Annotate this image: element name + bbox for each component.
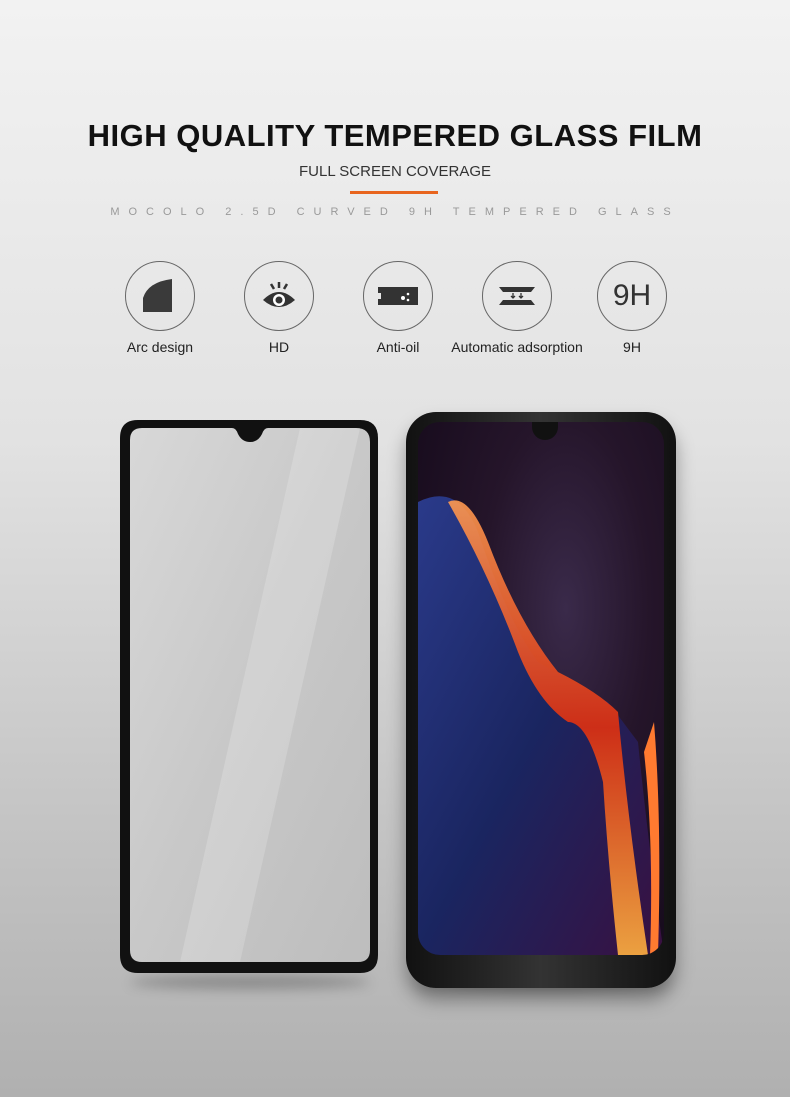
- adsorption-icon: [499, 287, 535, 305]
- anti-oil-icon: [378, 287, 418, 305]
- tempered-glass-film: [120, 420, 378, 973]
- arc-icon: [143, 279, 172, 312]
- eye-icon: [263, 282, 295, 307]
- page-title: HIGH QUALITY TEMPERED GLASS FILM: [87, 118, 703, 153]
- feature-9h: 9H 9H: [562, 261, 702, 355]
- wallpaper: [418, 496, 664, 955]
- 9h-icon: 9H: [612, 279, 652, 312]
- phone-screen: [418, 422, 664, 955]
- tagline: MOCOLO 2.5D CURVED 9H TEMPERED GLASS: [110, 206, 680, 218]
- phone: [406, 412, 676, 988]
- subtitle: FULL SCREEN COVERAGE: [299, 163, 491, 180]
- accent-divider: [350, 191, 438, 194]
- film-shadow: [130, 975, 370, 989]
